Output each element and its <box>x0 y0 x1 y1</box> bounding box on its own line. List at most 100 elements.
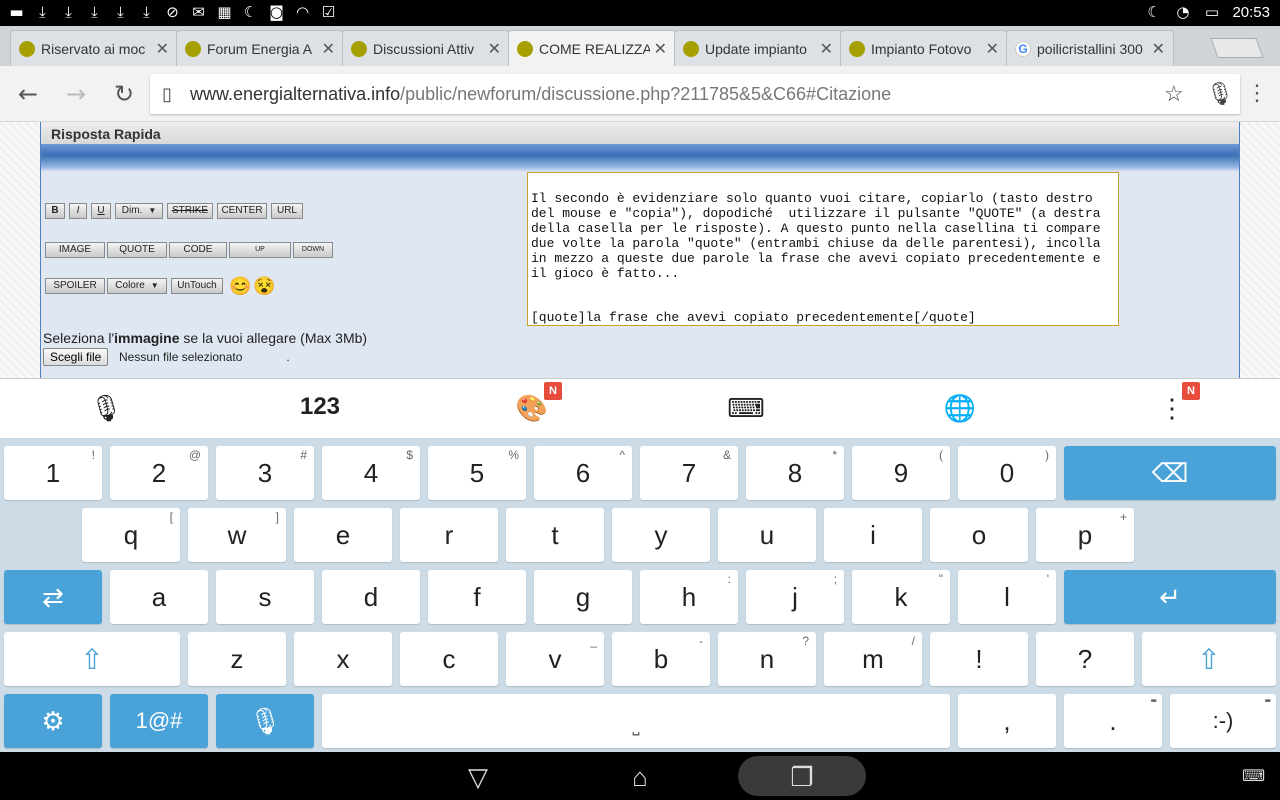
bold-button[interactable]: B <box>45 203 65 219</box>
reload-icon[interactable]: ↻ <box>110 80 138 108</box>
recents-icon[interactable]: ❐ <box>772 762 832 793</box>
hide-keyboard-icon[interactable]: ⌨ <box>716 393 776 424</box>
key-j[interactable]: j; <box>746 570 844 624</box>
new-tab-button[interactable] <box>1210 38 1264 58</box>
key-w[interactable]: w] <box>188 508 286 562</box>
key-o[interactable]: o <box>930 508 1028 562</box>
untouch-button[interactable]: UnTouch <box>171 278 223 294</box>
spoiler-button[interactable]: SPOILER <box>45 278 105 294</box>
quote-button[interactable]: QUOTE <box>107 242 167 258</box>
back-triangle-icon[interactable]: ▽ <box>448 762 508 793</box>
url-button[interactable]: URL <box>271 203 303 219</box>
code-button[interactable]: CODE <box>169 242 227 258</box>
key-f[interactable]: f <box>428 570 526 624</box>
voice-key[interactable]: 🎙 <box>216 694 314 748</box>
key-period[interactable]: . ••• <box>1064 694 1162 748</box>
size-select[interactable]: Dim. <box>115 203 163 219</box>
italic-button[interactable]: I <box>69 203 87 219</box>
close-icon[interactable]: ✕ <box>986 39 999 59</box>
space-key[interactable]: ⎵ <box>322 694 950 748</box>
key-1[interactable]: 1! <box>4 446 102 500</box>
center-button[interactable]: CENTER <box>217 203 267 219</box>
url-text[interactable]: www.energialternativa.info/public/newfor… <box>190 84 891 105</box>
close-icon[interactable]: ✕ <box>1152 39 1165 59</box>
key-comma[interactable]: , <box>958 694 1056 748</box>
smiley-icon[interactable]: 😊 <box>229 276 251 297</box>
close-icon[interactable]: ✕ <box>820 39 833 59</box>
key-3[interactable]: 3 # <box>216 446 314 500</box>
key-s[interactable]: s <box>216 570 314 624</box>
close-icon[interactable]: ✕ <box>322 39 335 59</box>
underline-button[interactable]: U <box>91 203 111 219</box>
key-2[interactable]: 2 @ <box>110 446 208 500</box>
down-button[interactable]: DOWN <box>293 242 333 258</box>
key-7[interactable]: 7 & <box>640 446 738 500</box>
tab-4-active[interactable]: COME REALIZZA ✕ <box>508 30 676 66</box>
key-9[interactable]: 9( <box>852 446 950 500</box>
emoticon-key[interactable]: :-) ••• <box>1170 694 1276 748</box>
numbers-button[interactable]: 123 <box>290 393 350 421</box>
tab-2[interactable]: Forum Energia A ✕ <box>176 30 344 66</box>
key-question[interactable]: ? <box>1036 632 1134 686</box>
key-l[interactable]: l ' <box>958 570 1056 624</box>
reply-textarea[interactable]: Il secondo è evidenziare solo quanto vuo… <box>527 172 1119 326</box>
key-q[interactable]: q[ <box>82 508 180 562</box>
key-0[interactable]: 0) <box>958 446 1056 500</box>
tab-5[interactable]: Update impianto ✕ <box>674 30 842 66</box>
tab-1[interactable]: Riservato ai moc ✕ <box>10 30 178 66</box>
key-u[interactable]: u <box>718 508 816 562</box>
key-5[interactable]: 5% <box>428 446 526 500</box>
key-a[interactable]: a <box>110 570 208 624</box>
microphone-icon[interactable]: 🎙 <box>1206 81 1234 107</box>
settings-key[interactable]: ⚙ <box>4 694 102 748</box>
home-icon[interactable]: ⌂ <box>610 762 670 793</box>
close-icon[interactable]: ✕ <box>156 39 169 59</box>
address-bar[interactable]: ▯ www.energialternativa.info/public/newf… <box>150 74 1240 114</box>
keyboard-indicator-icon[interactable]: ⌨ <box>1242 766 1265 786</box>
key-r[interactable]: r <box>400 508 498 562</box>
key-y[interactable]: y <box>612 508 710 562</box>
key-z[interactable]: z <box>188 632 286 686</box>
voice-input-icon[interactable]: 🎙 <box>76 393 136 424</box>
overflow-menu-icon[interactable]: ⋮ <box>1246 80 1268 106</box>
image-button[interactable]: IMAGE <box>45 242 105 258</box>
switch-language-key[interactable]: ⇄ <box>4 570 102 624</box>
key-k[interactable]: k " <box>852 570 950 624</box>
key-8[interactable]: 8 * <box>746 446 844 500</box>
enter-key[interactable]: ↵ <box>1064 570 1276 624</box>
choose-file-button[interactable]: Scegli file <box>43 348 109 366</box>
key-exclamation[interactable]: ! <box>930 632 1028 686</box>
tab-3[interactable]: Discussioni Attiv ✕ <box>342 30 510 66</box>
forward-arrow-icon[interactable]: → <box>62 80 90 108</box>
backspace-key[interactable]: ⌫ <box>1064 446 1276 500</box>
back-arrow-icon[interactable]: ← <box>14 80 42 108</box>
close-icon[interactable]: ✕ <box>488 39 501 59</box>
key-d[interactable]: d <box>322 570 420 624</box>
emoticon-icon[interactable]: 😵 <box>253 276 275 297</box>
bookmark-star-icon[interactable]: ☆ <box>1164 81 1184 107</box>
shift-key-left[interactable]: ⇧ <box>4 632 180 686</box>
key-4[interactable]: 4 $ <box>322 446 420 500</box>
key-6[interactable]: 6 ^ <box>534 446 632 500</box>
shift-key-right[interactable]: ⇧ <box>1142 632 1276 686</box>
key-i[interactable]: i <box>824 508 922 562</box>
tab-6[interactable]: Impianto Fotovo ✕ <box>840 30 1008 66</box>
key-m[interactable]: m / <box>824 632 922 686</box>
key-p[interactable]: p + <box>1036 508 1134 562</box>
globe-icon[interactable]: 🌐 <box>930 393 990 424</box>
strike-button[interactable]: STRIKE <box>167 203 213 219</box>
key-v[interactable]: v _ <box>506 632 604 686</box>
color-select[interactable]: Colore <box>107 278 167 294</box>
key-c[interactable]: c <box>400 632 498 686</box>
tab-7[interactable]: G poilicristallini 300 ✕ <box>1006 30 1174 66</box>
up-button[interactable]: UP <box>229 242 291 258</box>
key-t[interactable]: t <box>506 508 604 562</box>
page-info-icon[interactable]: ▯ <box>162 84 172 105</box>
symbols-key[interactable]: 1@# <box>110 694 208 748</box>
close-icon[interactable]: ✕ <box>654 39 667 59</box>
key-g[interactable]: g <box>534 570 632 624</box>
key-e[interactable]: e <box>294 508 392 562</box>
key-n[interactable]: n? <box>718 632 816 686</box>
key-h[interactable]: h: <box>640 570 738 624</box>
key-x[interactable]: x <box>294 632 392 686</box>
